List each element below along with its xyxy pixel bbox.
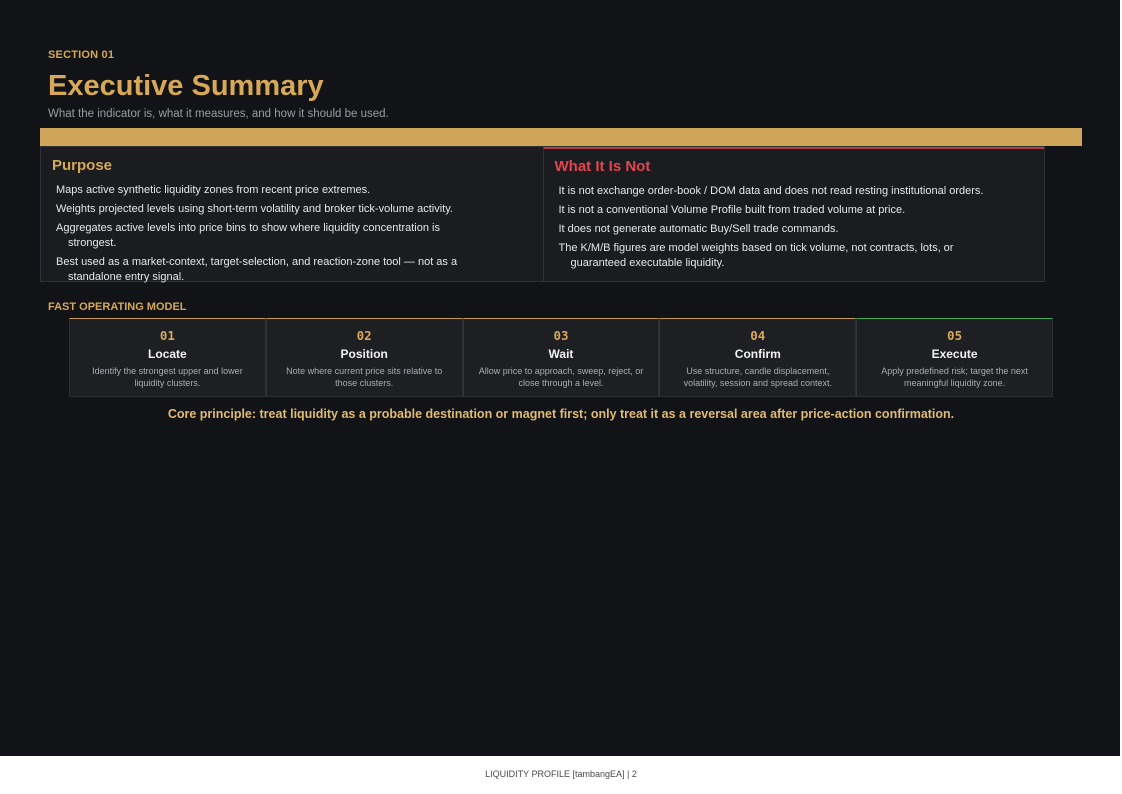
step-description: Use structure, candle displacement, vola… [683, 366, 832, 388]
step-title: Wait [548, 347, 574, 361]
what-it-is-not-list: It is not exchange order-book / DOM data… [555, 184, 1035, 271]
step-card-locate: 01 Locate Identify the strongest upper a… [69, 318, 266, 397]
step-card-confirm: 04 Confirm Use structure, candle displac… [659, 318, 857, 397]
summary-panels: Purpose Maps active synthetic liquidity … [40, 146, 1045, 283]
step-title: Confirm [734, 347, 781, 361]
step-description: Note where current price sits relative t… [286, 366, 443, 388]
section-label: SECTION 01 [48, 49, 115, 61]
purpose-item: Aggregates active levels into price bins… [56, 222, 440, 249]
purpose-item: Best used as a market-context, target-se… [56, 256, 458, 283]
step-title: Position [340, 347, 388, 361]
step-number: 03 [553, 328, 569, 343]
not-item: It is not a conventional Volume Profile … [558, 204, 906, 216]
operating-model-steps: 01 Locate Identify the strongest upper a… [69, 318, 1053, 397]
purpose-item: Maps active synthetic liquidity zones fr… [56, 184, 371, 196]
not-item: It is not exchange order-book / DOM data… [558, 185, 984, 197]
step-description: Allow price to approach, sweep, reject, … [478, 366, 644, 388]
step-number: 02 [356, 328, 372, 343]
operating-model-label: FAST OPERATING MODEL [48, 301, 187, 313]
step-description: Identify the strongest upper and lower l… [92, 366, 243, 388]
not-item: It does not generate automatic Buy/Sell … [558, 223, 839, 235]
not-item: The K/M/B figures are model weights base… [558, 242, 954, 269]
gold-divider-bar [40, 128, 1082, 146]
purpose-item: Weights projected levels using short-ter… [56, 203, 453, 215]
purpose-title: Purpose [52, 157, 113, 174]
step-card-execute: 05 Execute Apply predefined risk; target… [856, 318, 1053, 397]
page-footer: LIQUIDITY PROFILE [tambangEA] | 2 [485, 769, 637, 779]
step-number: 01 [159, 328, 175, 343]
document-page: SECTION 01 Executive Summary What the in… [0, 0, 1120, 756]
step-card-wait: 03 Wait Allow price to approach, sweep, … [462, 318, 660, 397]
core-principle: Core principle: treat liquidity as a pro… [167, 407, 955, 421]
page-title: Executive Summary [48, 70, 324, 102]
what-it-is-not-title: What It Is Not [554, 158, 651, 175]
step-number: 05 [947, 328, 963, 343]
step-description: Apply predefined risk; target the next m… [881, 366, 1028, 388]
step-title: Locate [148, 347, 187, 361]
step-number: 04 [750, 328, 766, 343]
page-subtitle: What the indicator is, what it measures,… [48, 108, 389, 120]
purpose-panel: Purpose Maps active synthetic liquidity … [41, 147, 543, 283]
step-card-position: 02 Position Note where current price sit… [265, 318, 463, 397]
what-it-is-not-panel: What It Is Not It is not exchange order-… [542, 147, 1044, 281]
step-title: Execute [931, 347, 978, 361]
purpose-list: Maps active synthetic liquidity zones fr… [52, 183, 533, 285]
